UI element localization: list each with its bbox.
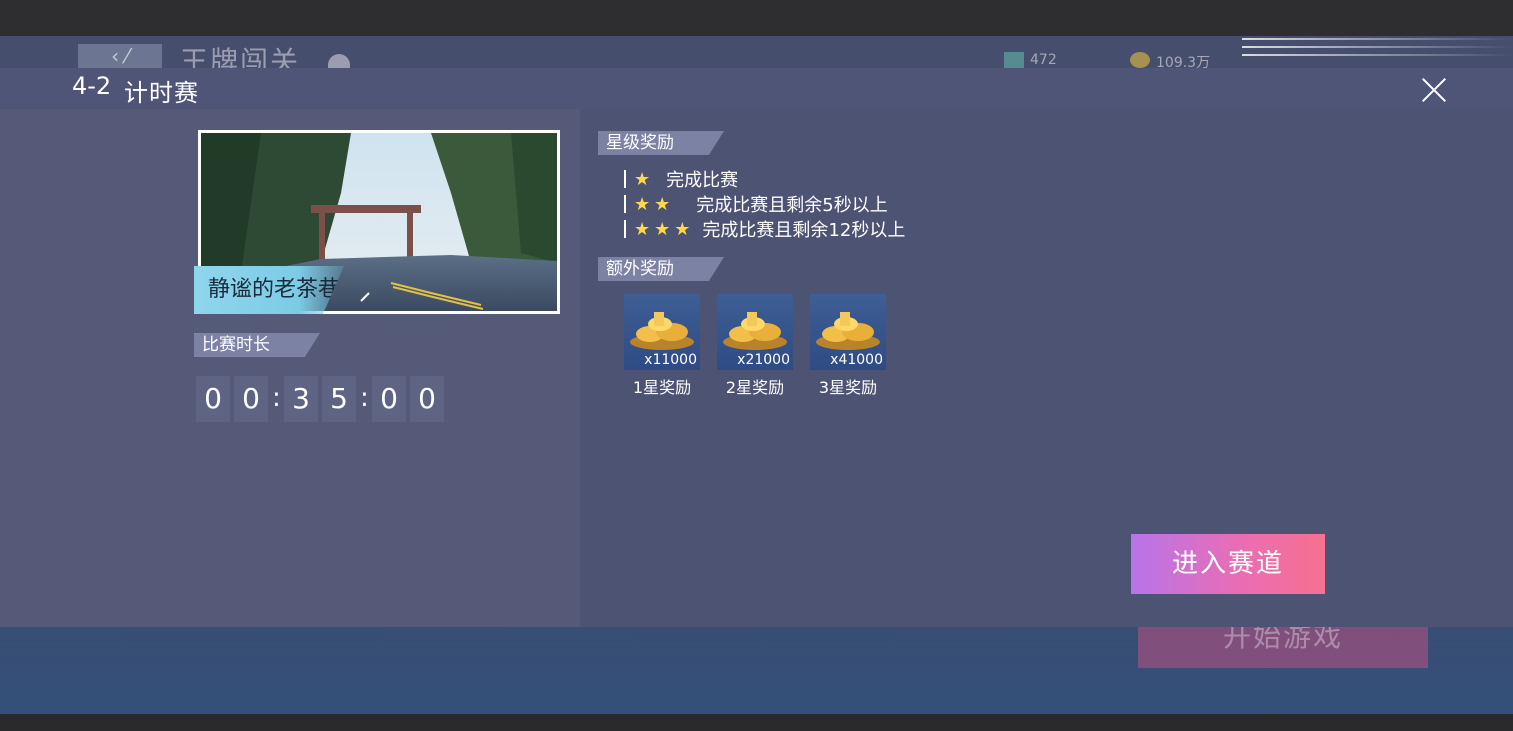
star-reward-row: ★ ★ ★ 完成比赛且剩余12秒以上 [624,217,905,241]
timer-separator: : [360,383,369,413]
bottom-letterbox [0,714,1513,731]
timer-digit: 3 [284,376,318,422]
track-name-tag: 静谧的老茶巷 [194,266,344,314]
background-back-button: ‹ ⁄ [78,44,162,68]
star-rewards-label: 星级奖励 [598,131,724,155]
timer-separator: : [272,383,281,413]
star-icon: ★ [654,218,671,240]
star-reward-row: ★ ★ 完成比赛且剩余5秒以上 [624,192,888,216]
reward-item[interactable]: x41000 [810,294,886,370]
star-icon: ★ [674,218,691,240]
timer-digit: 0 [372,376,406,422]
race-duration-timer: 0 0 : 3 5 : 0 0 [196,376,448,422]
reward-label: 1星奖励 [632,378,692,397]
star-reward-row: ★ 完成比赛 [624,167,738,191]
stage-name: 计时赛 [124,79,199,107]
top-letterbox [0,0,1513,36]
timer-digit: 0 [234,376,268,422]
timer-digit: 0 [410,376,444,422]
menu-lines-icon [1242,38,1512,60]
star-reward-desc: 完成比赛且剩余12秒以上 [702,220,906,241]
ticket-icon [1004,52,1024,68]
timer-digit: 5 [322,376,356,422]
enter-track-button[interactable]: 进入赛道 [1131,534,1325,594]
extra-rewards-label: 额外奖励 [598,257,724,281]
timer-digit: 0 [196,376,230,422]
stage-code: 4-2 [72,72,112,100]
close-icon[interactable] [1416,72,1452,108]
reward-qty: x41000 [830,352,883,368]
star-icon: ★ [654,193,671,215]
reward-qty: x11000 [644,352,697,368]
star-reward-desc: 完成比赛 [666,170,739,191]
reward-item[interactable]: x21000 [717,294,793,370]
star-icon: ★ [634,168,651,190]
modal-header [0,68,1513,109]
star-icon: ★ [634,193,651,215]
duration-label: 比赛时长 [194,333,320,357]
reward-label: 3星奖励 [818,378,878,397]
currency-1-value: 472 [1030,52,1057,68]
reward-item[interactable]: x11000 [624,294,700,370]
background-currency-1: 472 [1004,52,1057,68]
reward-label: 2星奖励 [725,378,785,397]
coin-icon [1130,52,1150,68]
reward-qty: x21000 [737,352,790,368]
star-icon: ★ [634,218,651,240]
star-reward-desc: 完成比赛且剩余5秒以上 [696,195,888,216]
